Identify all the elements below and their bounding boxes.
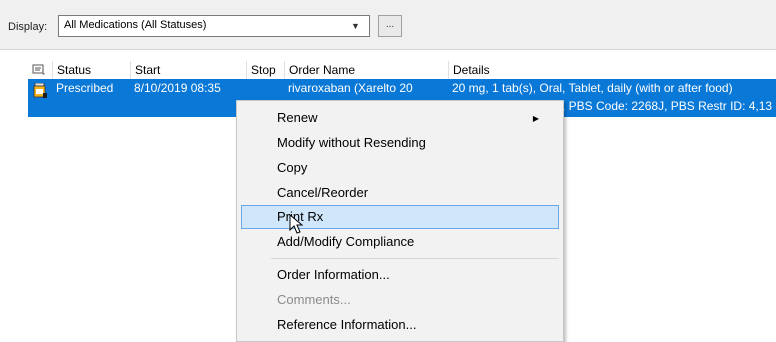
menu-item-cancel-reorder[interactable]: Cancel/Reorder xyxy=(277,182,368,204)
context-menu: Renew ▶ Modify without Resending Copy Ca… xyxy=(236,100,564,342)
orders-grid-header: Status Start Stop Order Name Details xyxy=(28,61,776,80)
row-order-name: rivaroxaban (Xarelto 20 xyxy=(288,81,413,95)
row-start: 8/10/2019 08:35 xyxy=(134,81,221,95)
column-icon-header[interactable] xyxy=(28,61,52,79)
menu-item-copy[interactable]: Copy xyxy=(277,157,307,179)
menu-item-modify-without-resending[interactable]: Modify without Resending xyxy=(277,132,426,154)
row-details-line1: 20 mg, 1 tab(s), Oral, Tablet, daily (wi… xyxy=(452,81,733,95)
row-details-line2: , PBS Code: 2268J, PBS Restr ID: 4,13 xyxy=(562,99,773,113)
menu-item-renew[interactable]: Renew xyxy=(277,107,557,129)
form-icon xyxy=(32,64,45,75)
menu-item-comments: Comments... xyxy=(277,292,351,307)
menu-item-order-information[interactable]: Order Information... xyxy=(277,264,390,286)
display-filter-dropdown[interactable]: All Medications (All Statuses) ▼ xyxy=(58,15,370,37)
mouse-pointer-icon xyxy=(289,214,304,234)
menu-item-reference-information[interactable]: Reference Information... xyxy=(277,314,416,336)
column-header-order-name[interactable]: Order Name xyxy=(284,61,448,79)
column-header-status[interactable]: Status xyxy=(52,61,130,79)
column-header-stop[interactable]: Stop xyxy=(246,61,284,79)
menu-item-label: Renew xyxy=(277,110,318,125)
display-more-button[interactable]: ... xyxy=(378,15,402,37)
menu-separator xyxy=(271,258,559,259)
prescription-bottle-icon xyxy=(33,83,47,98)
display-toolbar: Display: All Medications (All Statuses) … xyxy=(0,0,776,50)
submenu-arrow-icon: ▶ xyxy=(532,114,539,123)
display-filter-value: All Medications (All Statuses) xyxy=(64,19,207,31)
chevron-down-icon: ▼ xyxy=(351,21,360,31)
display-label: Display: xyxy=(8,21,48,33)
column-header-details[interactable]: Details xyxy=(448,61,776,79)
column-header-start[interactable]: Start xyxy=(130,61,246,79)
row-status: Prescribed xyxy=(56,81,114,95)
